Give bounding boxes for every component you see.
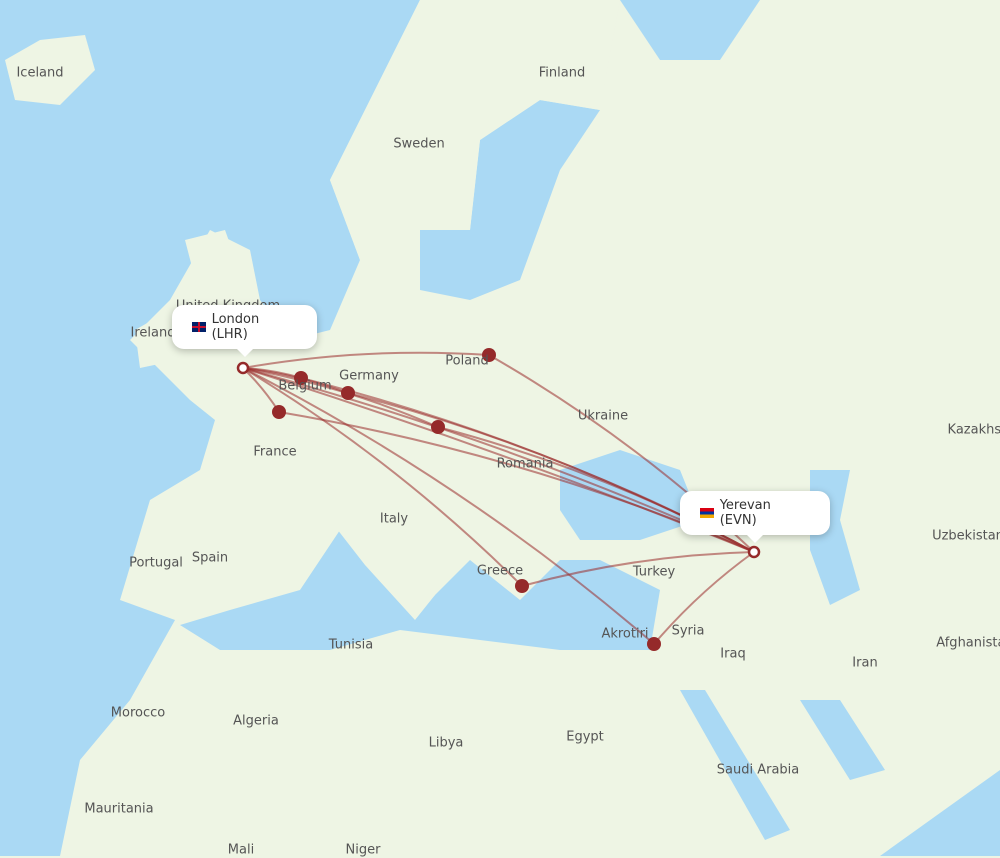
place-label: Iceland [16, 65, 64, 81]
black-sea [560, 450, 700, 540]
place-label: Mauritania [84, 801, 154, 817]
place-label: Poland [445, 353, 489, 369]
place-label: Portugal [129, 555, 183, 571]
map-canvas[interactable] [0, 0, 1000, 856]
place-label: Spain [191, 550, 229, 566]
place-label: Turkey [632, 564, 676, 580]
armenia-flag-icon [700, 508, 714, 518]
stopover-marker-vienna[interactable] [431, 420, 445, 434]
place-label: Greece [476, 563, 524, 579]
place-label: Germany [339, 368, 399, 384]
place-label: Afghanistan [936, 635, 1000, 651]
white-sea [620, 0, 760, 60]
origin-marker[interactable] [236, 361, 250, 375]
destination-marker[interactable] [747, 545, 761, 559]
place-label: Sweden [393, 136, 445, 152]
persian-gulf [800, 700, 885, 780]
place-label: Morocco [110, 705, 166, 721]
place-label: Saudi Arabia [716, 762, 800, 778]
stopover-marker-beirut[interactable] [647, 637, 661, 651]
place-label: Belgium [278, 378, 332, 394]
place-label: Iraq [720, 646, 746, 662]
arabian-sea [880, 770, 1000, 856]
uk-flag-icon [192, 322, 206, 332]
place-label: Syria [671, 623, 705, 639]
place-label: Romania [496, 456, 554, 472]
stopover-marker-paris[interactable] [272, 405, 286, 419]
origin-label: London (LHR) [211, 312, 260, 342]
place-label: Algeria [233, 713, 279, 729]
place-label: Egypt [566, 729, 604, 745]
origin-popup[interactable]: London (LHR) [172, 305, 317, 357]
place-label: Ukraine [577, 408, 629, 424]
stopover-marker-athens[interactable] [515, 579, 529, 593]
place-label: Mali [227, 842, 255, 858]
place-label: Iran [852, 655, 878, 671]
place-label: Niger [345, 842, 381, 858]
place-label: Italy [379, 511, 409, 527]
destination-label: Yerevan (EVN) [719, 498, 771, 528]
place-label: France [253, 444, 297, 460]
place-label: Tunisia [328, 637, 374, 653]
stopover-marker-frankfurt[interactable] [341, 386, 355, 400]
place-label: Ireland [130, 325, 176, 341]
place-label: Akrotiri [601, 626, 649, 642]
water-bodies [0, 0, 1000, 856]
place-label: Kazakhstan [947, 422, 1000, 438]
destination-popup[interactable]: Yerevan (EVN) [680, 491, 830, 543]
place-label: Finland [538, 65, 586, 81]
place-label: Libya [428, 735, 464, 751]
place-label: Uzbekistan [932, 528, 1000, 544]
